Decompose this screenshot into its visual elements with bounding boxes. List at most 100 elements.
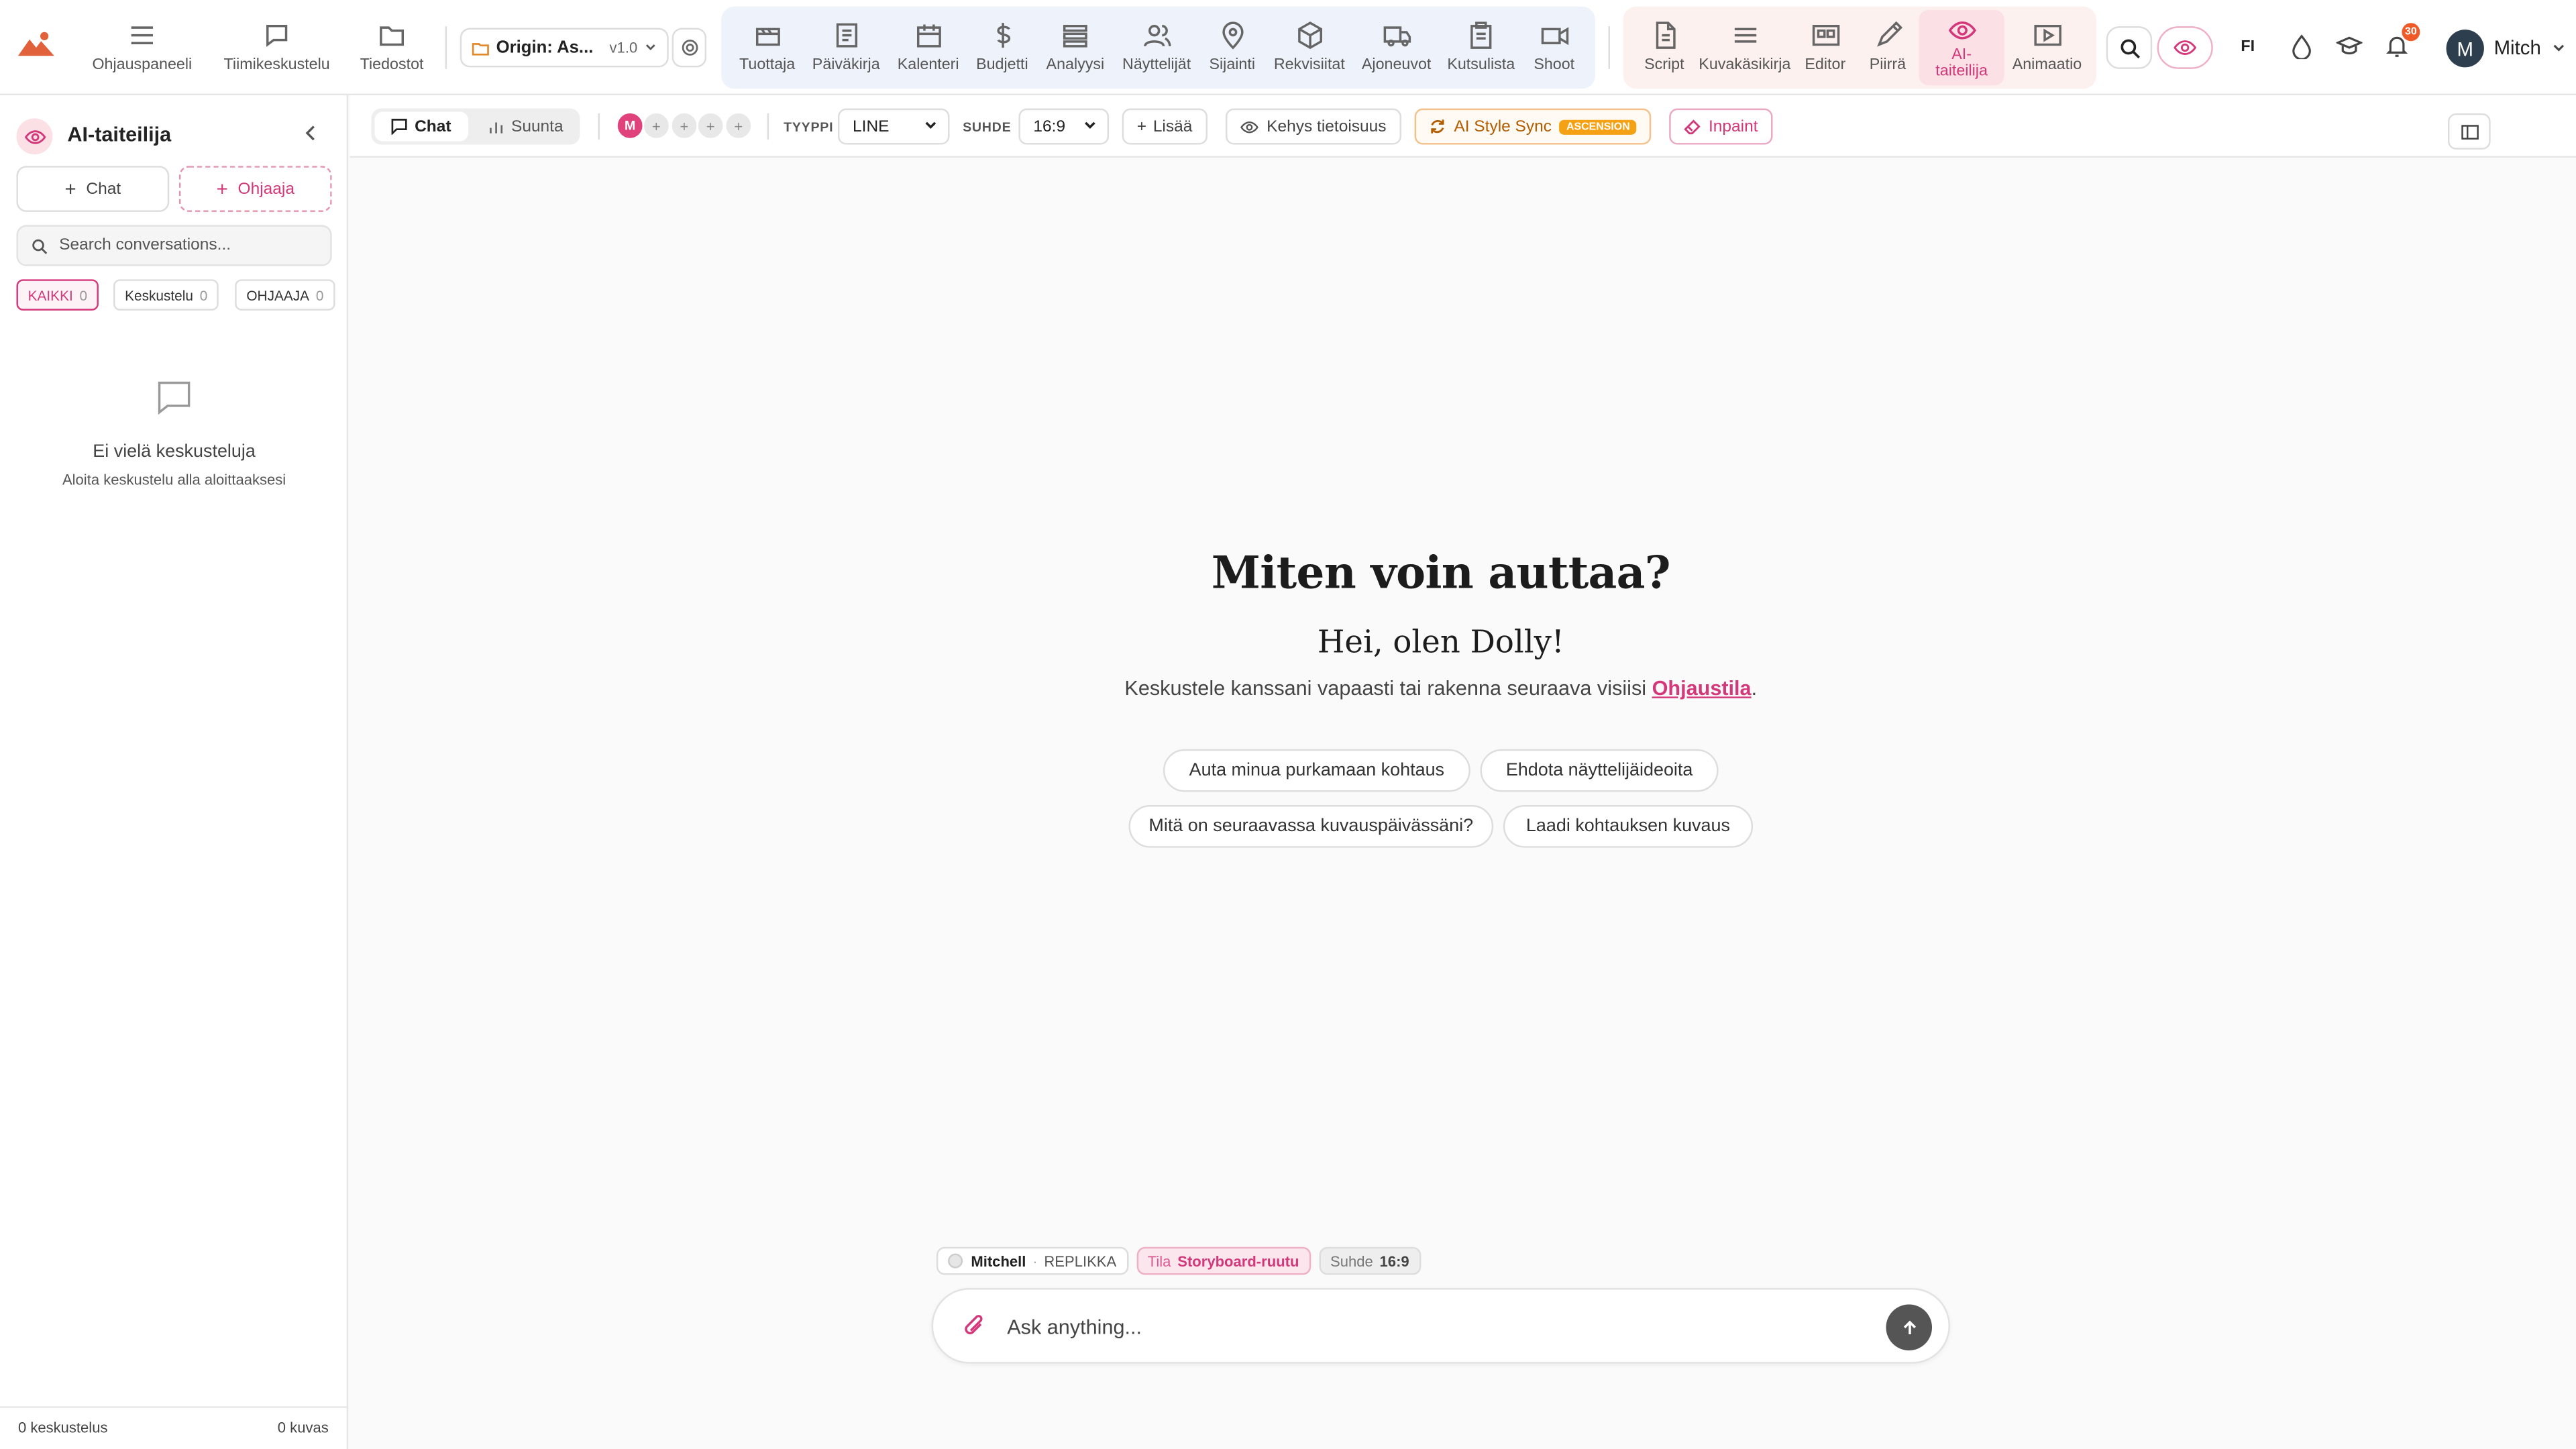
filter-count: 0 <box>79 286 88 303</box>
tab-kutsulista[interactable]: Kutsulista <box>1446 0 1516 95</box>
box-icon <box>1297 21 1322 50</box>
tab-script[interactable]: Script <box>1640 0 1688 95</box>
language-switcher[interactable]: FI <box>2241 38 2255 56</box>
play-screen-icon <box>2033 25 2061 46</box>
tab-rekvisiitat[interactable]: Rekvisiitat <box>1273 0 1346 95</box>
sidebar-panel-icon <box>2461 124 2478 139</box>
chat-bubble-icon <box>158 381 191 415</box>
tab-ai-taiteilija[interactable]: AI-taiteilija <box>1919 0 2004 95</box>
mode-chat-tab[interactable]: Chat <box>374 111 468 142</box>
nav-ohjauspaneeli[interactable]: Ohjauspaneeli <box>87 0 197 95</box>
new-director-button[interactable]: + Ohjaaja <box>178 166 332 212</box>
user-name[interactable]: Mitch <box>2494 36 2541 59</box>
filter-keskustelu[interactable]: Keskustelu 0 <box>113 279 219 311</box>
add-button[interactable]: + Lisää <box>1122 108 1208 145</box>
nav-label: Ohjauspaneeli <box>92 56 193 74</box>
divider <box>1608 26 1611 69</box>
ratio-chip[interactable]: Suhde 16:9 <box>1318 1246 1421 1275</box>
tab-sijainti[interactable]: Sijainti <box>1208 0 1256 95</box>
project-settings-button[interactable] <box>672 28 707 68</box>
add-participant-slot[interactable]: + <box>696 111 725 140</box>
filter-count: 0 <box>199 286 208 303</box>
suggestion-chip[interactable]: Mitä on seuraavassa kuvauspäivässäni? <box>1128 805 1494 848</box>
map-pin-icon <box>1222 21 1243 50</box>
tab-paivakirja[interactable]: Päiväkirja <box>812 0 881 95</box>
assistant-description: Keskustele kanssani vapaasti tai rakenna… <box>350 677 2532 700</box>
project-selector[interactable]: Origin: As... v1.0 <box>460 28 669 68</box>
plus-icon: + <box>216 177 228 201</box>
chat-toolbar: Chat Suunta M + + + + TYYPPI LINE SUHDE … <box>350 95 2576 158</box>
ratio-chip-value: 16:9 <box>1379 1252 1409 1269</box>
ai-toggle-button[interactable] <box>2157 26 2213 69</box>
suggestion-chip[interactable]: Ehdota näyttelijäideoita <box>1480 749 1719 792</box>
frame-awareness-label: Kehys tietoisuus <box>1267 117 1387 136</box>
inpaint-button[interactable]: Inpaint <box>1669 108 1773 145</box>
add-participant-slot[interactable]: + <box>642 111 671 140</box>
mode-chip-label: Tila <box>1147 1252 1171 1269</box>
character-avatar <box>948 1253 963 1269</box>
add-participant-slot[interactable]: + <box>724 111 753 140</box>
search-conversations-field[interactable]: Search conversations... <box>16 225 332 266</box>
tab-kalenteri[interactable]: Kalenteri <box>896 0 961 95</box>
paperclip-icon[interactable] <box>963 1314 985 1337</box>
ratio-value: 16:9 <box>1033 117 1066 136</box>
collapse-sidebar-icon[interactable] <box>301 123 320 143</box>
graduation-cap-icon[interactable] <box>2336 33 2363 59</box>
sidebar-footer: 0 keskustelus 0 kuvas <box>0 1406 349 1449</box>
ratio-label: SUHDE <box>963 119 1012 135</box>
nav-tiedostot[interactable]: Tiedostot <box>355 0 429 95</box>
ai-style-sync-button[interactable]: AI Style Sync ASCENSION <box>1414 108 1652 145</box>
ohjaustila-link[interactable]: Ohjaustila <box>1652 677 1752 700</box>
app-logo-icon[interactable] <box>17 30 54 59</box>
tab-editor[interactable]: Editor <box>1803 0 1849 95</box>
editor-icon <box>1811 25 1839 46</box>
sync-icon <box>1431 119 1444 133</box>
pencil-icon <box>1876 21 1902 47</box>
message-input[interactable] <box>1007 1309 1862 1346</box>
nav-tiimikeskustelu[interactable]: Tiimikeskustelu <box>215 0 339 95</box>
avatar[interactable]: M <box>2446 30 2484 68</box>
search-button[interactable] <box>2106 26 2153 69</box>
toggle-panel-button[interactable] <box>2448 113 2491 150</box>
tab-analyysi[interactable]: Analyysi <box>1045 0 1106 95</box>
tab-budjetti[interactable]: Budjetti <box>973 0 1032 95</box>
eraser-icon <box>1684 119 1701 135</box>
tab-ajoneuvot[interactable]: Ajoneuvot <box>1360 0 1433 95</box>
add-participant-slot[interactable]: + <box>670 111 698 140</box>
filter-ohjaaja[interactable]: OHJAAJA 0 <box>235 279 335 311</box>
plus-icon: + <box>64 177 76 201</box>
bar-chart-icon <box>490 122 503 133</box>
filter-kaikki[interactable]: KAIKKI 0 <box>16 279 99 311</box>
tab-kuvakasikirja[interactable]: Kuvakäsikirja <box>1699 0 1790 95</box>
message-composer <box>931 1288 1950 1364</box>
ratio-select[interactable]: 16:9 <box>1018 108 1110 145</box>
type-select[interactable]: LINE <box>837 108 950 145</box>
tab-tuottaja[interactable]: Tuottaja <box>738 0 797 95</box>
mode-switch: Chat Suunta <box>371 108 580 145</box>
chevron-down-icon <box>645 44 655 50</box>
description-text: Keskustele kanssani vapaasti tai rakenna… <box>1124 676 1652 700</box>
folder-icon <box>380 26 405 46</box>
frame-awareness-button[interactable]: Kehys tietoisuus <box>1225 108 1401 145</box>
tab-animaatio[interactable]: Animaatio <box>2012 0 2082 95</box>
participant-avatar[interactable]: M <box>616 111 645 140</box>
search-placeholder: Search conversations... <box>59 236 231 255</box>
droplet-icon[interactable] <box>2288 33 2314 60</box>
character-chip[interactable]: Mitchell · REPLIKKA <box>936 1246 1128 1275</box>
chevron-down-icon[interactable] <box>2551 41 2566 56</box>
mode-chip[interactable]: Tila Storyboard-ruutu <box>1136 1246 1311 1275</box>
tab-piirra[interactable]: Piirrä <box>1866 0 1909 95</box>
suggestion-chip[interactable]: Laadi kohtauksen kuvaus <box>1503 805 1754 848</box>
lines-icon <box>1733 28 1756 43</box>
send-button[interactable] <box>1886 1304 1933 1351</box>
mode-direction-tab[interactable]: Suunta <box>476 112 575 142</box>
tab-label: Päiväkirja <box>812 56 880 74</box>
tab-label: Shoot <box>1534 56 1575 74</box>
description-end: . <box>1751 676 1758 700</box>
suggestion-chip[interactable]: Auta minua purkamaan kohtaus <box>1163 749 1470 792</box>
new-chat-button[interactable]: + Chat <box>16 166 170 212</box>
notebook-icon <box>835 23 857 48</box>
tab-nayttelijat[interactable]: Näyttelijät <box>1120 0 1193 95</box>
tab-shoot[interactable]: Shoot <box>1529 0 1578 95</box>
tab-label: AI-taiteilija <box>1935 45 1988 80</box>
